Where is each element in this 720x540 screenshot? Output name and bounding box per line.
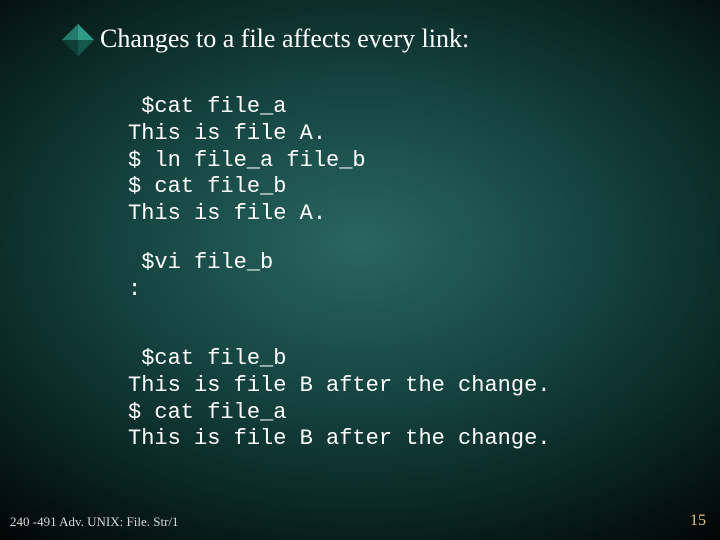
slide-number: 15 — [690, 512, 706, 530]
code-block-1: $cat file_a This is file A. $ ln file_a … — [128, 94, 366, 228]
footer-left: 240 -491 Adv. UNIX: File. Str/1 — [10, 514, 179, 530]
code-block-3: $cat file_b This is file B after the cha… — [128, 346, 550, 453]
slide-title: Changes to a file affects every link: — [100, 24, 469, 54]
bullet-diamond-icon — [60, 22, 96, 58]
code-block-2: $vi file_b : — [128, 250, 273, 304]
